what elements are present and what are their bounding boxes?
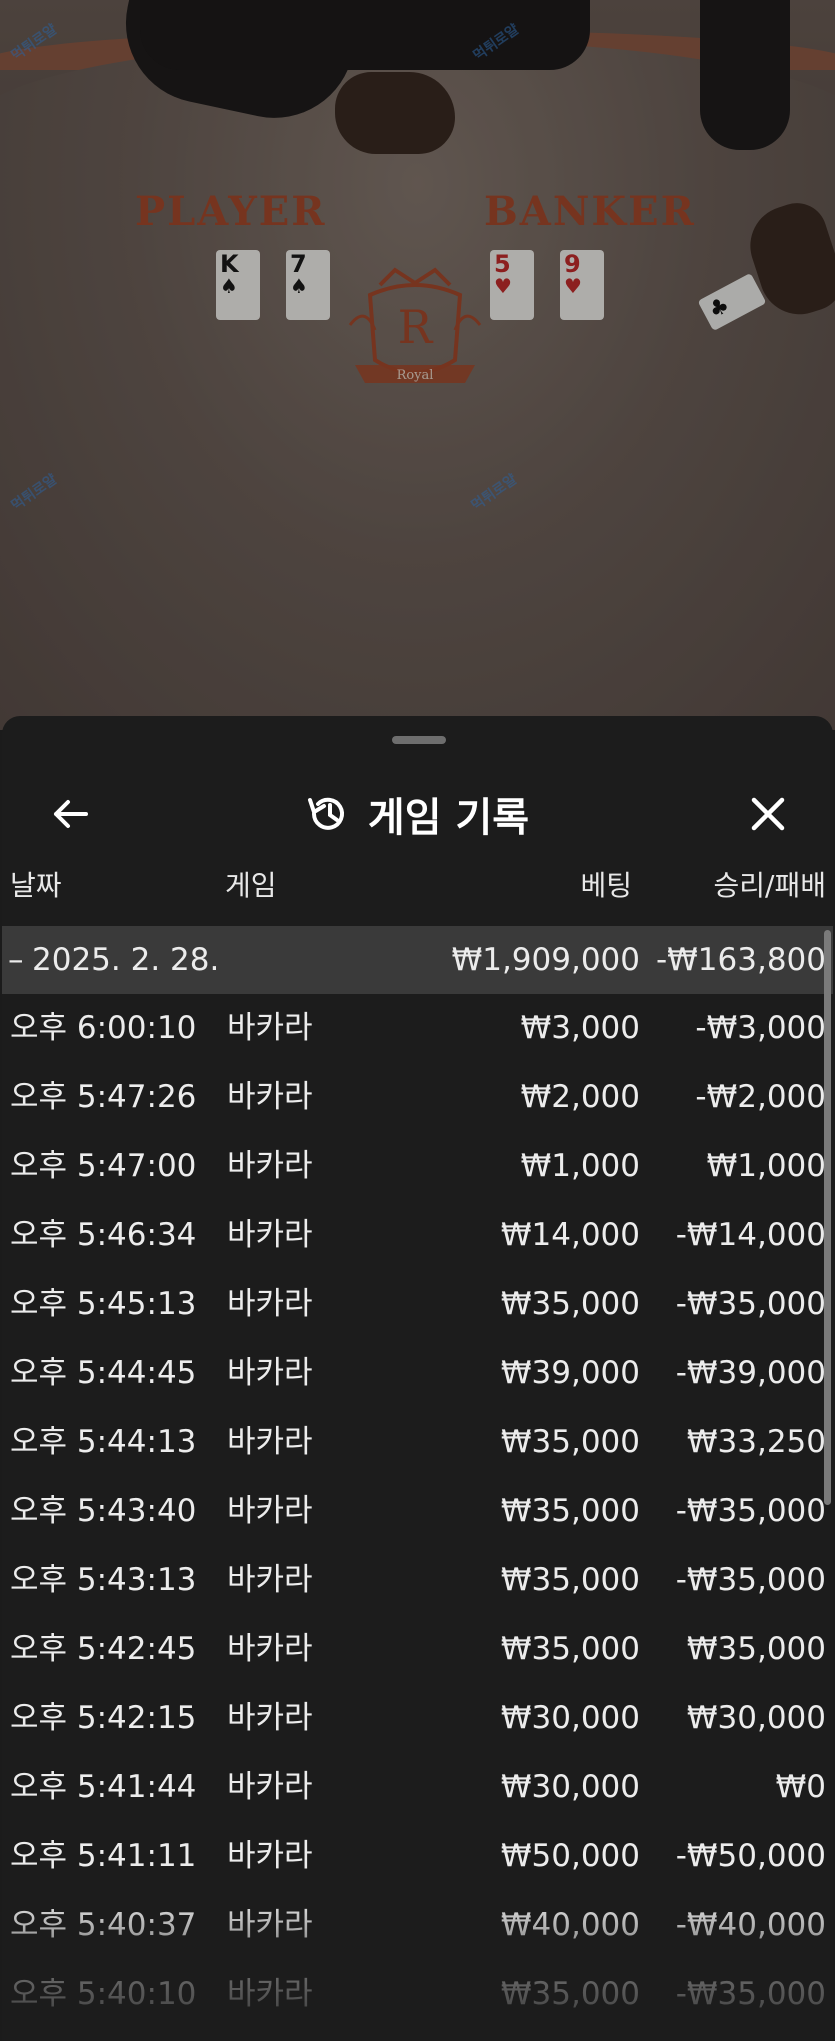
dim-overlay bbox=[0, 0, 835, 730]
column-header-date: 날짜 bbox=[10, 869, 62, 902]
row-bet: ₩39,000 bbox=[500, 1355, 640, 1391]
row-result: -₩3,000 bbox=[695, 1010, 826, 1046]
row-game: 바카라 bbox=[227, 1079, 313, 1115]
row-time: 오후 5:47:00 bbox=[10, 1148, 197, 1184]
row-game: 바카라 bbox=[227, 1010, 313, 1046]
row-result: ₩30,000 bbox=[686, 1700, 826, 1736]
row-result: -₩14,000 bbox=[675, 1217, 826, 1253]
scrollbar[interactable] bbox=[824, 930, 831, 1505]
row-bet: ₩35,000 bbox=[500, 1631, 640, 1667]
history-row[interactable]: 오후 5:41:44 바카라 ₩30,000 ₩0 bbox=[2, 1753, 833, 1821]
column-header-result: 승리/패배 bbox=[713, 869, 826, 902]
row-game: 바카라 bbox=[227, 1631, 313, 1667]
row-game: 바카라 bbox=[227, 1838, 313, 1874]
row-time: 오후 5:43:13 bbox=[10, 1562, 197, 1598]
row-game: 바카라 bbox=[227, 1562, 313, 1598]
row-bet: ₩14,000 bbox=[500, 1217, 640, 1253]
row-result: ₩0 bbox=[775, 1769, 826, 1805]
row-result: -₩35,000 bbox=[675, 1562, 826, 1598]
row-result: ₩33,250 bbox=[686, 1424, 826, 1460]
row-game: 바카라 bbox=[227, 1217, 313, 1253]
row-bet: ₩50,000 bbox=[500, 1838, 640, 1874]
row-time: 오후 5:45:13 bbox=[10, 1286, 197, 1322]
sheet-title-group: 게임 기록 bbox=[2, 784, 833, 844]
row-time: 오후 5:40:37 bbox=[10, 1907, 197, 1943]
row-bet: ₩30,000 bbox=[500, 1769, 640, 1805]
history-row[interactable]: 오후 5:47:00 바카라 ₩1,000 ₩1,000 bbox=[2, 1132, 833, 1200]
group-total-result: -₩163,800 bbox=[655, 942, 826, 978]
history-row[interactable]: 오후 5:43:40 바카라 ₩35,000 -₩35,000 bbox=[2, 1477, 833, 1545]
row-result: -₩35,000 bbox=[675, 1976, 826, 2012]
row-time: 오후 5:43:40 bbox=[10, 1493, 197, 1529]
sheet-header: 게임 기록 bbox=[2, 756, 833, 866]
column-header-game: 게임 bbox=[225, 869, 277, 902]
row-result: ₩1,000 bbox=[706, 1148, 826, 1184]
history-row[interactable]: 오후 5:44:45 바카라 ₩39,000 -₩39,000 bbox=[2, 1339, 833, 1407]
row-bet: ₩35,000 bbox=[500, 1286, 640, 1322]
date-group-row[interactable]: – 2025. 2. 28. ₩1,909,000 -₩163,800 bbox=[2, 926, 833, 994]
history-row[interactable]: 오후 5:42:45 바카라 ₩35,000 ₩35,000 bbox=[2, 1615, 833, 1683]
row-game: 바카라 bbox=[227, 1286, 313, 1322]
row-time: 오후 6:00:10 bbox=[10, 1010, 197, 1046]
collapse-indicator: – bbox=[8, 942, 24, 978]
row-game: 바카라 bbox=[227, 1769, 313, 1805]
row-bet: ₩2,000 bbox=[520, 1079, 640, 1115]
row-game: 바카라 bbox=[227, 1700, 313, 1736]
row-bet: ₩1,000 bbox=[520, 1148, 640, 1184]
row-game: 바카라 bbox=[227, 1355, 313, 1391]
row-bet: ₩35,000 bbox=[500, 1976, 640, 2012]
history-row[interactable]: 오후 5:40:37 바카라 ₩40,000 -₩40,000 bbox=[2, 1891, 833, 1959]
sheet-title: 게임 기록 bbox=[367, 795, 530, 841]
history-row[interactable]: 오후 5:44:13 바카라 ₩35,000 ₩33,250 bbox=[2, 1408, 833, 1476]
close-icon bbox=[751, 797, 785, 831]
column-header-bet: 베팅 bbox=[580, 869, 632, 902]
row-bet: ₩35,000 bbox=[500, 1562, 640, 1598]
history-row[interactable]: 오후 5:43:13 바카라 ₩35,000 -₩35,000 bbox=[2, 1546, 833, 1614]
history-row[interactable]: 오후 5:46:34 바카라 ₩14,000 -₩14,000 bbox=[2, 1201, 833, 1269]
row-time: 오후 5:42:45 bbox=[10, 1631, 197, 1667]
row-game: 바카라 bbox=[227, 1493, 313, 1529]
row-time: 오후 5:41:11 bbox=[10, 1838, 197, 1874]
live-video-feed: PLAYER BANKER K ♠ 7 ♠ 5 ♥ 9 ♥ ♣ R Royal … bbox=[0, 0, 835, 730]
row-result: -₩35,000 bbox=[675, 1286, 826, 1322]
row-time: 오후 5:44:13 bbox=[10, 1424, 197, 1460]
row-game: 바카라 bbox=[227, 1424, 313, 1460]
row-result: ₩35,000 bbox=[686, 1631, 826, 1667]
history-row[interactable]: 오후 5:40:10 바카라 ₩35,000 -₩35,000 bbox=[2, 1960, 833, 2028]
row-time: 오후 5:47:26 bbox=[10, 1079, 197, 1115]
group-total-bet: ₩1,909,000 bbox=[451, 942, 640, 978]
history-row[interactable]: 오후 6:00:10 바카라 ₩3,000 -₩3,000 bbox=[2, 994, 833, 1062]
row-result: -₩50,000 bbox=[675, 1838, 826, 1874]
row-bet: ₩3,000 bbox=[520, 1010, 640, 1046]
row-bet: ₩35,000 bbox=[500, 1493, 640, 1529]
sheet-drag-handle[interactable] bbox=[392, 736, 446, 744]
row-result: -₩35,000 bbox=[675, 1493, 826, 1529]
row-game: 바카라 bbox=[227, 1976, 313, 2012]
row-bet: ₩30,000 bbox=[500, 1700, 640, 1736]
row-result: -₩39,000 bbox=[675, 1355, 826, 1391]
history-row[interactable]: 오후 5:45:13 바카라 ₩35,000 -₩35,000 bbox=[2, 1270, 833, 1338]
group-date: 2025. 2. 28. bbox=[32, 942, 220, 978]
history-clock-icon bbox=[307, 797, 344, 830]
row-game: 바카라 bbox=[227, 1148, 313, 1184]
row-time: 오후 5:41:44 bbox=[10, 1769, 197, 1805]
row-bet: ₩35,000 bbox=[500, 1424, 640, 1460]
row-time: 오후 5:40:10 bbox=[10, 1976, 197, 2012]
close-button[interactable] bbox=[740, 786, 796, 842]
history-row[interactable]: 오후 5:47:26 바카라 ₩2,000 -₩2,000 bbox=[2, 1063, 833, 1131]
history-row[interactable]: 오후 5:41:11 바카라 ₩50,000 -₩50,000 bbox=[2, 1822, 833, 1890]
row-result: -₩40,000 bbox=[675, 1907, 826, 1943]
row-game: 바카라 bbox=[227, 1907, 313, 1943]
row-result: -₩2,000 bbox=[695, 1079, 826, 1115]
row-time: 오후 5:42:15 bbox=[10, 1700, 197, 1736]
row-time: 오후 5:46:34 bbox=[10, 1217, 197, 1253]
row-time: 오후 5:44:45 bbox=[10, 1355, 197, 1391]
row-bet: ₩40,000 bbox=[500, 1907, 640, 1943]
history-row[interactable]: 오후 5:42:15 바카라 ₩30,000 ₩30,000 bbox=[2, 1684, 833, 1752]
game-history-sheet: 게임 기록 날짜 게임 베팅 승리/패배 – 2025. 2. 28. ₩1,9… bbox=[2, 716, 833, 2041]
